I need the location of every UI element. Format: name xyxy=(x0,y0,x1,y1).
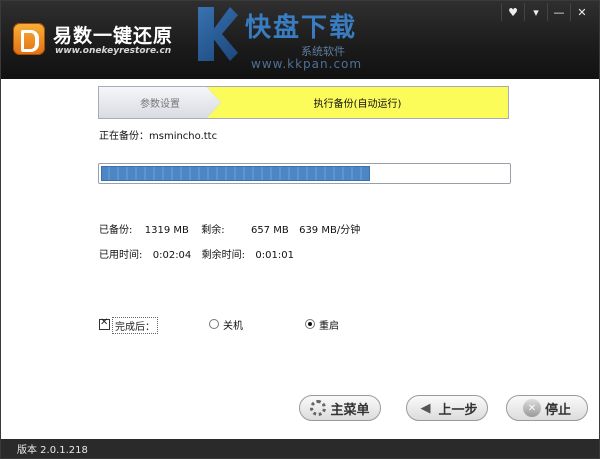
stop-icon: ✕ xyxy=(522,399,541,417)
remaining-value: 657 MB xyxy=(250,225,289,236)
time-left-value: 0:01:01 xyxy=(255,250,294,261)
app-window: 易数一键还原 www.onekeyrestore.cn 快盘下载 系统软件 ww… xyxy=(0,0,600,459)
watermark-logo-icon xyxy=(198,7,238,61)
app-title: 易数一键还原 xyxy=(53,25,174,47)
backed-label: 已备份: xyxy=(99,225,133,236)
window-controls: ♥ ▾ — ✕ xyxy=(501,3,593,21)
menu-dropdown-icon[interactable]: ▾ xyxy=(524,3,547,21)
minimize-icon[interactable]: — xyxy=(547,3,570,21)
watermark-text: 快盘下载 xyxy=(245,13,358,43)
progress-fill xyxy=(101,166,370,181)
previous-step-label: 上一步 xyxy=(438,402,478,418)
backing-up-label: 正在备份： xyxy=(99,131,149,142)
app-logo-icon xyxy=(13,23,45,55)
backing-up-file: msmincho.ttc xyxy=(149,131,218,142)
shutdown-radio-label[interactable]: 关机 xyxy=(223,317,243,332)
step-label: 参数设置 xyxy=(140,99,180,110)
app-url: www.onekeyrestore.cn xyxy=(55,46,172,56)
after-completion-label[interactable]: 完成后： xyxy=(112,317,158,334)
current-file-status: 正在备份：msmincho.ttc xyxy=(99,127,217,142)
step-execute-backup: 执行备份(自动运行) xyxy=(207,87,508,118)
watermark-url: www.kkpan.com xyxy=(251,57,363,71)
step-parameter-settings: 参数设置 xyxy=(99,87,221,118)
main-menu-icon xyxy=(310,400,327,416)
stop-button[interactable]: ✕ 停止 xyxy=(506,395,588,421)
restart-radio-label[interactable]: 重启 xyxy=(319,317,339,332)
status-footer: 版本 2.0.1.218 xyxy=(1,439,599,458)
elapsed-value: 0:02:04 xyxy=(152,250,192,261)
shutdown-radio[interactable] xyxy=(209,319,219,329)
size-stats: 已备份: 1319 MB 剩余: 657 MB 639 MB/分钟 xyxy=(99,221,360,236)
step-label: 执行备份(自动运行) xyxy=(313,99,402,110)
skin-icon[interactable]: ♥ xyxy=(501,3,524,21)
after-completion-checkbox[interactable] xyxy=(99,317,110,330)
previous-step-button[interactable]: ◀ 上一步 xyxy=(406,395,488,421)
back-arrow-icon: ◀ xyxy=(420,400,431,416)
restart-radio[interactable] xyxy=(305,319,315,329)
remaining-label: 剩余: xyxy=(201,225,225,236)
step-indicator: 参数设置 执行备份(自动运行) xyxy=(98,86,509,119)
time-stats: 已用时间: 0:02:04 剩余时间: 0:01:01 xyxy=(99,246,294,261)
time-left-label: 剩余时间: xyxy=(201,250,246,261)
progress-bar xyxy=(98,163,511,184)
elapsed-label: 已用时间: xyxy=(99,250,143,261)
version-text: 版本 2.0.1.218 xyxy=(17,445,88,456)
close-icon[interactable]: ✕ xyxy=(570,3,593,21)
stop-label: 停止 xyxy=(544,402,571,418)
main-menu-label: 主菜单 xyxy=(330,402,370,418)
speed-value: 639 MB/分钟 xyxy=(299,225,361,236)
backed-value: 1319 MB xyxy=(144,225,189,236)
title-bar[interactable]: 易数一键还原 www.onekeyrestore.cn 快盘下载 系统软件 ww… xyxy=(1,1,599,79)
main-menu-button[interactable]: 主菜单 xyxy=(299,395,381,421)
